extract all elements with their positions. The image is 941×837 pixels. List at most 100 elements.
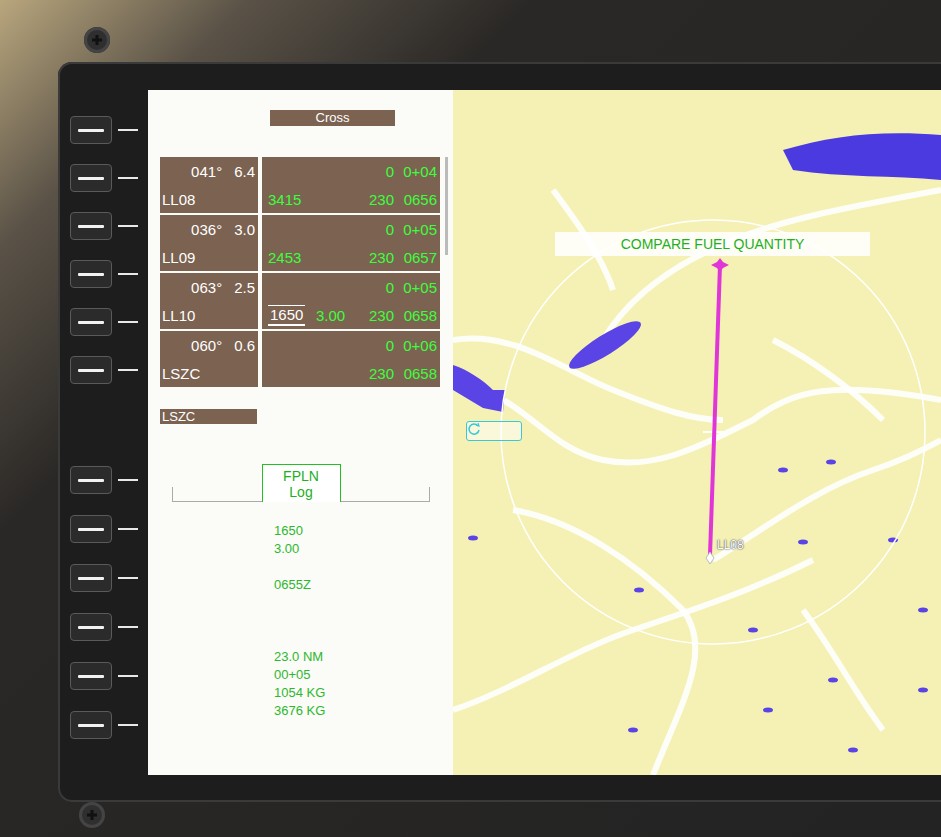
- display-screen: Cross041°6.4LL0800+0434152300656036°3.0L…: [148, 90, 941, 775]
- display-column: Cross041°6.4LL0800+0434152300656036°3.0L…: [148, 0, 941, 837]
- leg-eta: 0656: [394, 191, 437, 208]
- softkey-row: [0, 613, 148, 641]
- log-value: 23.0 NM: [274, 648, 453, 666]
- softkey-bar-icon: [78, 675, 104, 678]
- softkey-tick-icon: [118, 675, 138, 677]
- softkey-bar-icon: [78, 273, 104, 276]
- softkey-button[interactable]: [70, 260, 112, 288]
- softkey-button[interactable]: [70, 711, 112, 739]
- leg-fpa: 3.00: [316, 307, 356, 324]
- softkey-bar-icon: [78, 626, 104, 629]
- softkey-tick-icon: [118, 626, 138, 628]
- softkey-tick-icon: [118, 321, 138, 323]
- softkey-button[interactable]: [70, 613, 112, 641]
- leg-eta: 0658: [394, 365, 437, 382]
- softkey-row: [0, 116, 148, 144]
- leg-row[interactable]: 063°2.5LL1000+0516503.002300658: [160, 273, 440, 329]
- leg-row[interactable]: 060°0.6LSZC00+062300658: [160, 331, 440, 387]
- moving-map[interactable]: COMPARE FUEL QUANTITY LL08: [453, 90, 941, 775]
- leg-altitude[interactable]: 2453: [268, 249, 316, 266]
- leg-speed: 230: [356, 249, 394, 266]
- leg-waypoint-cell[interactable]: 060°0.6 LSZC: [160, 331, 258, 387]
- softkey-bar-icon: [78, 369, 104, 372]
- leg-altitude[interactable]: 3415: [268, 191, 316, 208]
- leg-waypoint-cell[interactable]: 063°2.5LL10: [160, 273, 258, 329]
- leg-waypoint-cell[interactable]: 036°3.0LL09: [160, 215, 258, 271]
- waypoint-label: LL08: [717, 538, 744, 552]
- softkey-button[interactable]: [70, 515, 112, 543]
- leg-altitude[interactable]: 1650: [268, 305, 305, 326]
- leg-fuel: 0: [356, 163, 394, 180]
- softkey-tick-icon: [118, 369, 138, 371]
- leg-waypoint: LL09: [162, 249, 195, 266]
- softkey-button[interactable]: [70, 466, 112, 494]
- softkey-row: [0, 308, 148, 336]
- leg-speed: 230: [356, 307, 394, 324]
- leg-waypoint-line: LL10: [160, 301, 258, 329]
- log-value: 1650: [274, 522, 453, 540]
- scrollbar[interactable]: [445, 157, 448, 255]
- softkey-row: [0, 515, 148, 543]
- softkey-bar-icon: [78, 177, 104, 180]
- softkey-tick-icon: [118, 479, 138, 481]
- flight-plan-panel: Cross041°6.4LL0800+0434152300656036°3.0L…: [148, 90, 453, 775]
- log-group: 0655Z: [274, 576, 453, 594]
- leg-eta: 0657: [394, 249, 437, 266]
- leg-data-cell[interactable]: 00+0434152300656: [262, 157, 440, 213]
- leg-speed: 230: [356, 365, 394, 382]
- log-value: 0655Z: [274, 576, 453, 594]
- leg-list: 041°6.4LL0800+0434152300656036°3.0LL0900…: [160, 157, 453, 387]
- fpln-log-tab[interactable]: FPLNLog: [262, 464, 341, 502]
- log-value: 00+05: [274, 666, 453, 684]
- fuel-message: COMPARE FUEL QUANTITY: [555, 232, 870, 256]
- leg-speed: 230: [356, 191, 394, 208]
- leg-distance: 0.6: [234, 337, 255, 354]
- softkey-tick-icon: [118, 273, 138, 275]
- softkey-row: [0, 662, 148, 690]
- softkey-button[interactable]: [70, 662, 112, 690]
- softkey-button[interactable]: [70, 356, 112, 384]
- softkey-row: [0, 466, 148, 494]
- tab-rule: [172, 487, 262, 502]
- leg-fuel: 0: [356, 279, 394, 296]
- leg-row[interactable]: 041°6.4LL0800+0434152300656: [160, 157, 440, 213]
- leg-data-cell[interactable]: 00+0516503.002300658: [262, 273, 440, 329]
- terrain-map-icon: [453, 90, 941, 775]
- softkey-tick-icon: [118, 577, 138, 579]
- softkey-column: [0, 0, 148, 837]
- log-group: 16503.00: [274, 522, 453, 558]
- softkey-tick-icon: [118, 724, 138, 726]
- log-group: 23.0 NM00+051054 KG3676 KG: [274, 648, 453, 720]
- leg-fuel: 0: [356, 337, 394, 354]
- softkey-bar-icon: [78, 479, 104, 482]
- softkey-bar-icon: [78, 577, 104, 580]
- leg-waypoint: LSZC: [162, 365, 200, 382]
- log-value: 3.00: [274, 540, 453, 558]
- softkey-row: [0, 260, 148, 288]
- leg-waypoint-cell[interactable]: 041°6.4LL08: [160, 157, 258, 213]
- leg-row[interactable]: 036°3.0LL0900+0524532300657: [160, 215, 440, 271]
- tab-line: FPLN: [263, 468, 340, 484]
- softkey-bar-icon: [78, 225, 104, 228]
- leg-data-cell[interactable]: 00+062300658: [262, 331, 440, 387]
- softkey-group: [0, 116, 148, 384]
- leg-waypoint: LL08: [162, 191, 195, 208]
- leg-distance: 2.5: [234, 279, 255, 296]
- softkey-button[interactable]: [70, 116, 112, 144]
- tab-line: Log: [263, 484, 340, 500]
- leg-data-cell[interactable]: 00+0524532300657: [262, 215, 440, 271]
- softkey-button[interactable]: [70, 212, 112, 240]
- softkey-button[interactable]: [70, 564, 112, 592]
- destination-field[interactable]: LSZC: [160, 409, 257, 424]
- softkey-button[interactable]: [70, 164, 112, 192]
- softkey-button[interactable]: [70, 308, 112, 336]
- softkey-row: [0, 212, 148, 240]
- leg-distance: 6.4: [234, 163, 255, 180]
- page-tabs: FPLNLog: [172, 464, 430, 502]
- softkey-bar-icon: [78, 528, 104, 531]
- leg-course-line: 060°0.6: [160, 331, 258, 359]
- legs: 041°6.4LL0800+0434152300656036°3.0LL0900…: [160, 157, 440, 387]
- leg-waypoint-line: LSZC: [160, 359, 258, 387]
- recenter-button[interactable]: [466, 421, 522, 441]
- softkey-bar-icon: [78, 321, 104, 324]
